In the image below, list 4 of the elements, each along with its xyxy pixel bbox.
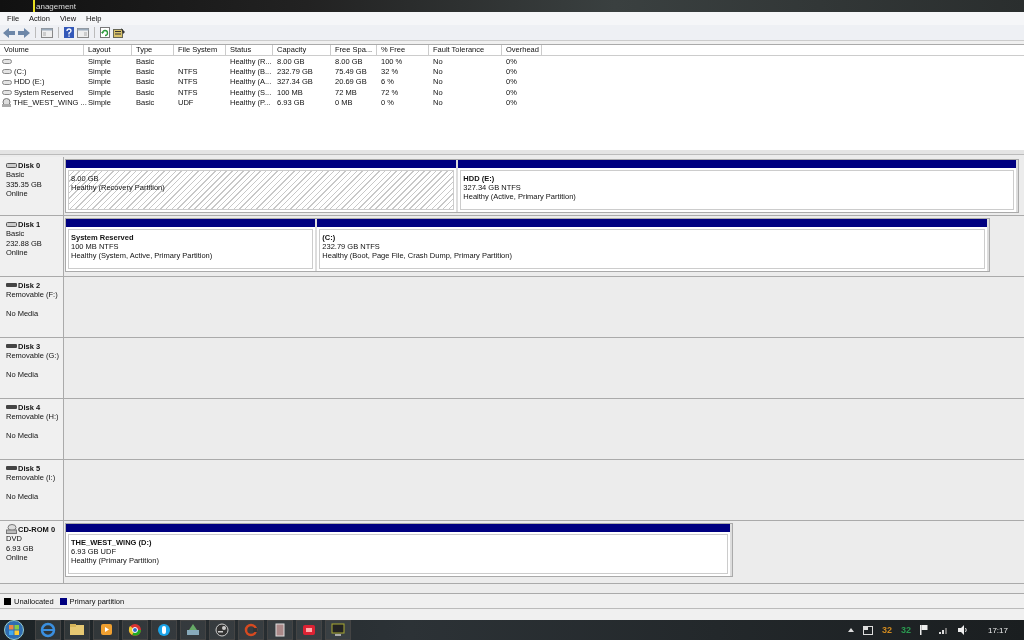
tray-counter[interactable]: 32: [881, 625, 892, 635]
clock[interactable]: 17:17: [987, 625, 1008, 635]
window-title: anagement: [36, 1, 77, 11]
tray-counter[interactable]: 32: [900, 625, 911, 635]
